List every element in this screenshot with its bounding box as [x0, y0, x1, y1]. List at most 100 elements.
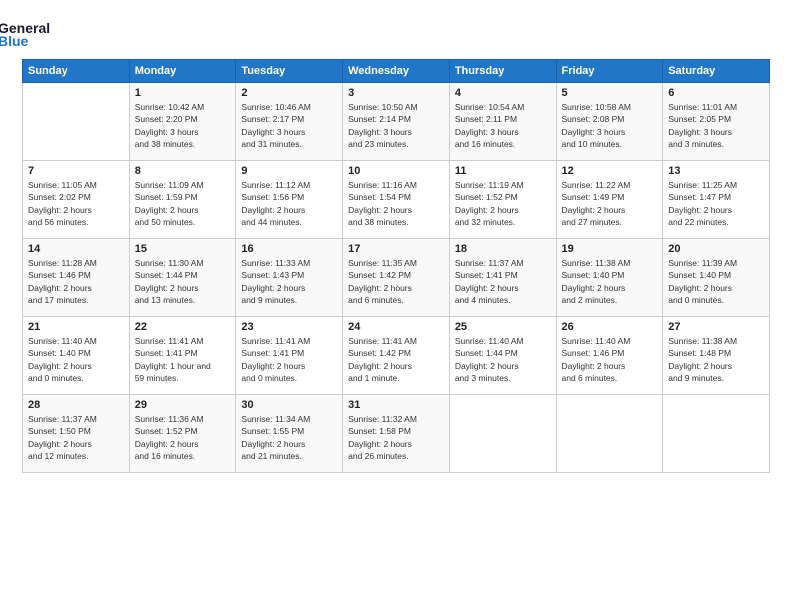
cell-w2-d1: 15 Sunrise: 11:30 AMSunset: 1:44 PMDaylig…: [129, 239, 236, 317]
day-number: 10: [348, 165, 444, 177]
cell-w1-d5: 12 Sunrise: 11:22 AMSunset: 1:49 PMDaylig…: [556, 161, 663, 239]
day-info: Sunrise: 11:22 AMSunset: 1:49 PMDaylight…: [562, 179, 658, 228]
day-number: 1: [135, 87, 231, 99]
cell-w0-d6: 6 Sunrise: 11:01 AMSunset: 2:05 PMDayligh…: [663, 83, 770, 161]
cell-w2-d2: 16Sunrise: 11:33 AMSunset: 1:43 PMDaylig…: [236, 239, 343, 317]
day-info: Sunrise: 10:42 AMSunset: 2:20 PMDaylight…: [135, 101, 231, 150]
day-number: 17: [348, 243, 444, 255]
day-number: 7: [28, 165, 124, 177]
cell-w1-d2: 9 Sunrise: 11:12 AMSunset: 1:56 PMDayligh…: [236, 161, 343, 239]
cell-w0-d3: 3 Sunrise: 10:50 AMSunset: 2:14 PMDayligh…: [343, 83, 450, 161]
day-info: Sunrise: 11:36 AMSunset: 1:52 PMDaylight…: [135, 413, 231, 462]
day-info: Sunrise: 11:38 AMSunset: 1:48 PMDaylight…: [668, 335, 764, 384]
day-number: 14: [28, 243, 124, 255]
day-info: Sunrise: 11:37 AMSunset: 1:50 PMDaylight…: [28, 413, 124, 462]
day-number: 22: [135, 321, 231, 333]
day-info: Sunrise: 11:37 AMSunset: 1:41 PMDaylight…: [455, 257, 551, 306]
col-header-sunday: Sunday: [23, 60, 130, 83]
day-info: Sunrise: 11:25 AMSunset: 1:47 PMDaylight…: [668, 179, 764, 228]
day-info: Sunrise: 11:40 AMSunset: 1:40 PMDaylight…: [28, 335, 124, 384]
cell-w0-d5: 5Sunrise: 10:58 AMSunset: 2:08 PMDayligh…: [556, 83, 663, 161]
day-number: 4: [455, 87, 551, 99]
day-number: 11: [455, 165, 551, 177]
cell-w2-d6: 20Sunrise: 11:39 AMSunset: 1:40 PMDaylig…: [663, 239, 770, 317]
col-header-wednesday: Wednesday: [343, 60, 450, 83]
day-number: 13: [668, 165, 764, 177]
cell-w4-d6: [663, 395, 770, 473]
day-number: 12: [562, 165, 658, 177]
cell-w1-d3: 10 Sunrise: 11:16 AMSunset: 1:54 PMDaylig…: [343, 161, 450, 239]
day-number: 31: [348, 399, 444, 411]
day-number: 24: [348, 321, 444, 333]
cell-w4-d3: 31 Sunrise: 11:32 AMSunset: 1:58 PMDaylig…: [343, 395, 450, 473]
day-info: Sunrise: 11:16 AMSunset: 1:54 PMDaylight…: [348, 179, 444, 228]
day-info: Sunrise: 10:50 AMSunset: 2:14 PMDaylight…: [348, 101, 444, 150]
col-header-tuesday: Tuesday: [236, 60, 343, 83]
cell-w3-d4: 25 Sunrise: 11:40 AMSunset: 1:44 PMDaylig…: [449, 317, 556, 395]
cell-w0-d0: [23, 83, 130, 161]
cell-w3-d5: 26 Sunrise: 11:40 AMSunset: 1:46 PMDaylig…: [556, 317, 663, 395]
day-number: 27: [668, 321, 764, 333]
col-header-saturday: Saturday: [663, 60, 770, 83]
day-info: Sunrise: 11:40 AMSunset: 1:44 PMDaylight…: [455, 335, 551, 384]
cell-w3-d3: 24 Sunrise: 11:41 AMSunset: 1:42 PMDaylig…: [343, 317, 450, 395]
page-header: General Blue General Blue: [22, 18, 770, 49]
day-number: 15: [135, 243, 231, 255]
cell-w0-d1: 1 Sunrise: 10:42 AMSunset: 2:20 PMDayligh…: [129, 83, 236, 161]
day-info: Sunrise: 11:05 AMSunset: 2:02 PMDaylight…: [28, 179, 124, 228]
cell-w2-d3: 17 Sunrise: 11:35 AMSunset: 1:42 PMDaylig…: [343, 239, 450, 317]
day-number: 3: [348, 87, 444, 99]
day-info: Sunrise: 11:41 AMSunset: 1:41 PMDaylight…: [135, 335, 231, 384]
cell-w3-d0: 21 Sunrise: 11:40 AMSunset: 1:40 PMDaylig…: [23, 317, 130, 395]
cell-w0-d4: 4 Sunrise: 10:54 AMSunset: 2:11 PMDayligh…: [449, 83, 556, 161]
cell-w3-d2: 23 Sunrise: 11:41 AMSunset: 1:41 PMDaylig…: [236, 317, 343, 395]
day-number: 6: [668, 87, 764, 99]
day-info: Sunrise: 11:35 AMSunset: 1:42 PMDaylight…: [348, 257, 444, 306]
cell-w0-d2: 2 Sunrise: 10:46 AMSunset: 2:17 PMDayligh…: [236, 83, 343, 161]
calendar-table: SundayMondayTuesdayWednesdayThursdayFrid…: [22, 59, 770, 473]
day-info: Sunrise: 10:46 AMSunset: 2:17 PMDaylight…: [241, 101, 337, 150]
day-number: 8: [135, 165, 231, 177]
cell-w1-d0: 7 Sunrise: 11:05 AMSunset: 2:02 PMDayligh…: [23, 161, 130, 239]
day-info: Sunrise: 11:34 AMSunset: 1:55 PMDaylight…: [241, 413, 337, 462]
cell-w4-d4: [449, 395, 556, 473]
day-number: 29: [135, 399, 231, 411]
day-info: Sunrise: 11:32 AMSunset: 1:58 PMDaylight…: [348, 413, 444, 462]
cell-w4-d2: 30 Sunrise: 11:34 AMSunset: 1:55 PMDaylig…: [236, 395, 343, 473]
cell-w3-d1: 22 Sunrise: 11:41 AMSunset: 1:41 PMDaylig…: [129, 317, 236, 395]
col-header-monday: Monday: [129, 60, 236, 83]
day-number: 25: [455, 321, 551, 333]
day-info: Sunrise: 10:58 AMSunset: 2:08 PMDaylight…: [562, 101, 658, 150]
cell-w4-d5: [556, 395, 663, 473]
cell-w1-d4: 11 Sunrise: 11:19 AMSunset: 1:52 PMDaylig…: [449, 161, 556, 239]
day-info: Sunrise: 11:41 AMSunset: 1:41 PMDaylight…: [241, 335, 337, 384]
cell-w2-d5: 19 Sunrise: 11:38 AMSunset: 1:40 PMDaylig…: [556, 239, 663, 317]
day-number: 21: [28, 321, 124, 333]
cell-w2-d0: 14Sunrise: 11:28 AMSunset: 1:46 PMDaylig…: [23, 239, 130, 317]
day-info: Sunrise: 11:40 AMSunset: 1:46 PMDaylight…: [562, 335, 658, 384]
day-info: Sunrise: 10:54 AMSunset: 2:11 PMDaylight…: [455, 101, 551, 150]
day-info: Sunrise: 11:30 AMSunset: 1:44 PMDaylight…: [135, 257, 231, 306]
day-info: Sunrise: 11:41 AMSunset: 1:42 PMDaylight…: [348, 335, 444, 384]
logo: General Blue General Blue: [22, 18, 50, 49]
cell-w2-d4: 18 Sunrise: 11:37 AMSunset: 1:41 PMDaylig…: [449, 239, 556, 317]
logo-blue: Blue: [0, 33, 50, 49]
day-info: Sunrise: 11:38 AMSunset: 1:40 PMDaylight…: [562, 257, 658, 306]
cell-w4-d0: 28Sunrise: 11:37 AMSunset: 1:50 PMDaylig…: [23, 395, 130, 473]
day-info: Sunrise: 11:19 AMSunset: 1:52 PMDaylight…: [455, 179, 551, 228]
day-number: 30: [241, 399, 337, 411]
cell-w1-d1: 8 Sunrise: 11:09 AMSunset: 1:59 PMDayligh…: [129, 161, 236, 239]
day-info: Sunrise: 11:12 AMSunset: 1:56 PMDaylight…: [241, 179, 337, 228]
col-header-thursday: Thursday: [449, 60, 556, 83]
day-info: Sunrise: 11:39 AMSunset: 1:40 PMDaylight…: [668, 257, 764, 306]
day-number: 9: [241, 165, 337, 177]
day-info: Sunrise: 11:33 AMSunset: 1:43 PMDaylight…: [241, 257, 337, 306]
day-number: 23: [241, 321, 337, 333]
day-number: 26: [562, 321, 658, 333]
day-number: 18: [455, 243, 551, 255]
cell-w4-d1: 29 Sunrise: 11:36 AMSunset: 1:52 PMDaylig…: [129, 395, 236, 473]
day-info: Sunrise: 11:01 AMSunset: 2:05 PMDaylight…: [668, 101, 764, 150]
day-number: 19: [562, 243, 658, 255]
day-number: 2: [241, 87, 337, 99]
day-info: Sunrise: 11:09 AMSunset: 1:59 PMDaylight…: [135, 179, 231, 228]
